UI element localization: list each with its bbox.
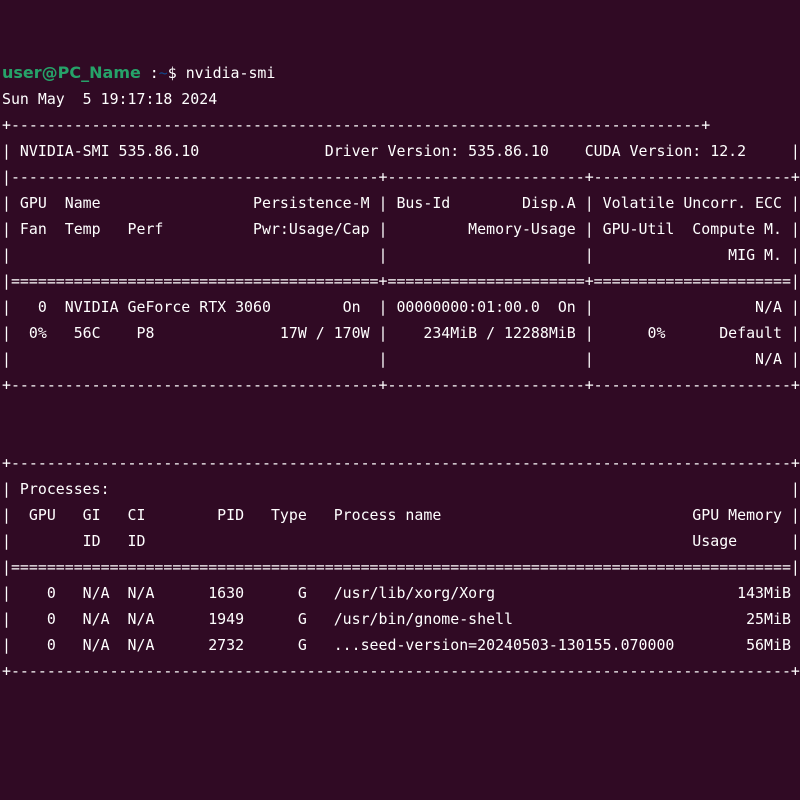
process-table-line: | 0 N/A N/A 2732 G ...seed-version=20240… — [2, 636, 800, 654]
prompt-separator: : — [140, 64, 159, 82]
process-table-line: | 0 N/A N/A 1630 G /usr/lib/xorg/Xorg 14… — [2, 584, 800, 602]
process-table-line: | GPU GI CI PID Type Process name GPU Me… — [2, 506, 800, 524]
process-table-line: +---------------------------------------… — [2, 662, 800, 680]
gpu-table-line: +---------------------------------------… — [2, 116, 711, 134]
prompt-path: ~ — [158, 64, 168, 82]
gpu-table-line: |---------------------------------------… — [2, 168, 800, 186]
prompt-user-host: user@PC_Name — [2, 63, 141, 82]
gpu-table-line: | 0 NVIDIA GeForce RTX 3060 On | 0000000… — [2, 298, 800, 316]
process-table-line: +---------------------------------------… — [2, 454, 800, 472]
gpu-table-line: | NVIDIA-SMI 535.86.10 Driver Version: 5… — [2, 142, 800, 160]
process-table-line: |=======================================… — [2, 558, 800, 576]
gpu-table-line: | GPU Name Persistence-M | Bus-Id Disp.A… — [2, 194, 800, 212]
date-line: Sun May 5 19:17:18 2024 — [2, 90, 218, 108]
gpu-table-line: | | | N/A | — [2, 350, 800, 368]
gpu-table-line: | | | MIG M. | — [2, 246, 800, 264]
gpu-table-line: |=======================================… — [2, 272, 800, 290]
gpu-table-line: | Fan Temp Perf Pwr:Usage/Cap | Memory-U… — [2, 220, 800, 238]
gpu-table: +---------------------------------------… — [0, 112, 800, 398]
process-table-line: | 0 N/A N/A 1949 G /usr/bin/gnome-shell … — [2, 610, 800, 628]
command-text: nvidia-smi — [185, 64, 276, 82]
gpu-table-line: +---------------------------------------… — [2, 376, 800, 394]
gpu-table-line: | 0% 56C P8 17W / 170W | 234MiB / 12288M… — [2, 324, 800, 342]
prompt-dollar: $ — [167, 64, 186, 82]
process-table: +---------------------------------------… — [0, 450, 800, 684]
process-table-line: | Processes: | — [2, 480, 800, 498]
prompt-line: user@PC_Name :~$ nvidia-smi — [0, 60, 800, 86]
terminal-window[interactable]: user@PC_Name :~$ nvidia-smi Sun May 5 19… — [0, 0, 800, 800]
process-table-line: | ID ID Usage | — [2, 532, 800, 550]
